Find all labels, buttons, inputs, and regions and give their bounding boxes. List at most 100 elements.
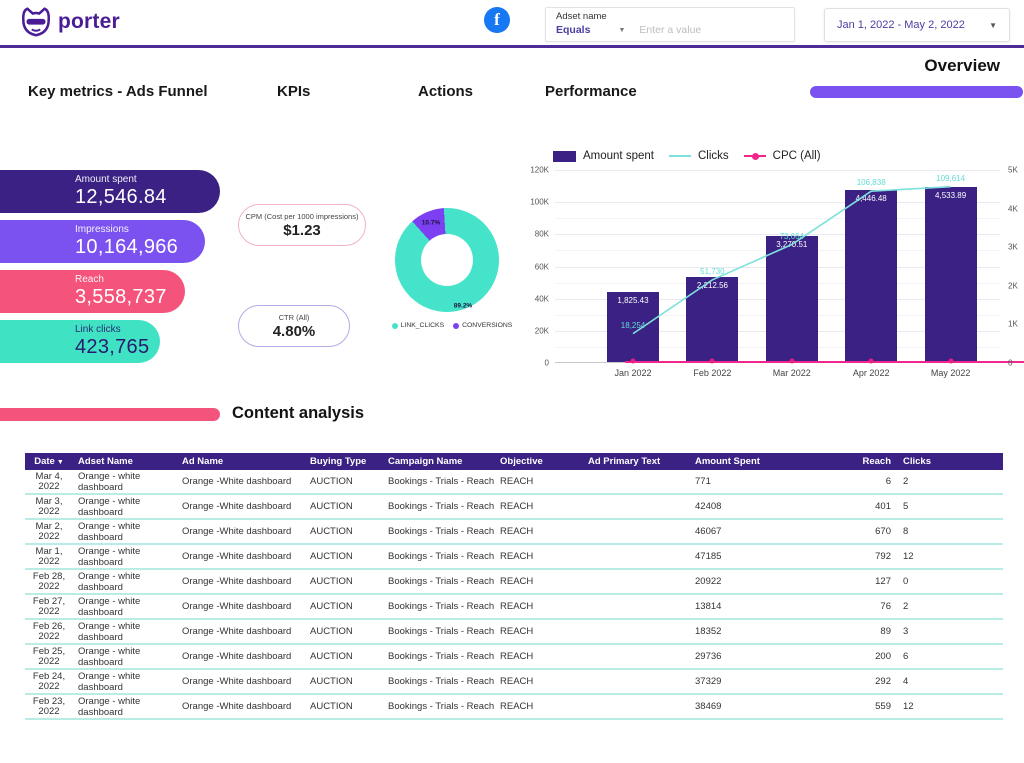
funnel-label: Amount spent (75, 174, 220, 185)
date-range-picker[interactable]: Jan 1, 2022 - May 2, 2022 ▼ (824, 8, 1010, 42)
table-row: Mar 3,2022Orange - white dashboardOrange… (25, 495, 1003, 520)
cell-amount-spent: 37329 (681, 676, 831, 687)
cell-objective: REACH (495, 526, 583, 537)
cell-clicks: 5 (891, 501, 1003, 512)
page-title: Overview (924, 56, 1000, 76)
legend-dot (752, 153, 759, 160)
funnel-value: 12,546.84 (75, 186, 220, 209)
column-header-reach: Reach (831, 456, 891, 467)
cell-date: Mar 3,2022 (25, 497, 73, 516)
tab-actions[interactable]: Actions (418, 83, 473, 100)
x-axis-label: Mar 2022 (773, 368, 811, 378)
column-header-campaign-name: Campaign Name (383, 456, 495, 467)
legend-swatch (744, 155, 766, 157)
column-header-date[interactable]: Date▼ (25, 456, 73, 467)
cell-ad-name: Orange -White dashboard (177, 676, 305, 687)
funnel-pill-impressions: Impressions10,164,966 (0, 220, 205, 263)
cell-date: Feb 26,2022 (25, 622, 73, 641)
right-axis-tick: 4K (1008, 204, 1018, 213)
cell-objective: REACH (495, 626, 583, 637)
cell-campaign-name: Bookings - Trials - Reach (383, 701, 495, 712)
legend-swatch (553, 151, 576, 162)
cell-campaign-name: Bookings - Trials - Reach (383, 476, 495, 487)
column-header-amount-spent: Amount Spent (681, 456, 831, 467)
cell-adset-name: Orange - white dashboard (73, 671, 177, 693)
cell-buying-type: AUCTION (305, 551, 383, 562)
chevron-down-icon[interactable]: ▼ (618, 27, 625, 34)
clicks-value-label: 106,838 (857, 178, 886, 187)
left-axis-tick: 100K (511, 198, 549, 207)
cell-campaign-name: Bookings - Trials - Reach (383, 576, 495, 587)
cell-date: Mar 4,2022 (25, 472, 73, 491)
clicks-value-label: 109,614 (936, 174, 965, 183)
cell-amount-spent: 20922 (681, 576, 831, 587)
date-range-value: Jan 1, 2022 - May 2, 2022 (837, 19, 965, 31)
column-header-objective: Objective (495, 456, 583, 467)
ctr-value: 4.80% (273, 323, 316, 340)
cell-campaign-name: Bookings - Trials - Reach (383, 501, 495, 512)
right-axis-tick: 1K (1008, 320, 1018, 329)
x-axis-label: Jan 2022 (614, 368, 651, 378)
cell-clicks: 4 (891, 676, 1003, 687)
cell-adset-name: Orange - white dashboard (73, 571, 177, 593)
cell-ad-name: Orange -White dashboard (177, 651, 305, 662)
right-axis-tick: 5K (1008, 166, 1018, 175)
cell-adset-name: Orange - white dashboard (73, 646, 177, 668)
cell-buying-type: AUCTION (305, 601, 383, 612)
cell-clicks: 3 (891, 626, 1003, 637)
table-row: Feb 23,2022Orange - white dashboardOrang… (25, 695, 1003, 720)
cell-campaign-name: Bookings - Trials - Reach (383, 551, 495, 562)
cpc-point (631, 358, 636, 363)
cell-adset-name: Orange - white dashboard (73, 696, 177, 718)
funnel-value: 423,765 (75, 336, 160, 359)
cell-amount-spent: 18352 (681, 626, 831, 637)
cell-ad-name: Orange -White dashboard (177, 501, 305, 512)
filter-value-input[interactable] (639, 24, 779, 36)
brand-name: porter (58, 10, 120, 34)
legend-label: LINK_CLICKS (401, 322, 444, 329)
porter-cat-icon (18, 6, 54, 38)
cell-reach: 401 (831, 501, 891, 512)
header-divider (0, 45, 1024, 48)
table-row: Feb 26,2022Orange - white dashboardOrang… (25, 620, 1003, 645)
right-axis-tick: 2K (1008, 281, 1018, 290)
filter-operator-select[interactable]: Equals (556, 24, 590, 36)
cell-buying-type: AUCTION (305, 501, 383, 512)
ctr-kpi-pill: CTR (All) 4.80% (238, 305, 350, 347)
cell-objective: REACH (495, 476, 583, 487)
legend-item-amount-spent: Amount spent (553, 150, 654, 162)
cell-amount-spent: 29736 (681, 651, 831, 662)
chevron-down-icon: ▼ (989, 21, 997, 30)
cell-reach: 89 (831, 626, 891, 637)
content-analysis-table: Date▼Adset NameAd NameBuying TypeCampaig… (25, 453, 1003, 720)
funnel-value: 3,558,737 (75, 286, 185, 309)
left-axis-tick: 60K (511, 262, 549, 271)
cell-clicks: 6 (891, 651, 1003, 662)
cell-amount-spent: 46067 (681, 526, 831, 537)
cell-date: Feb 28,2022 (25, 572, 73, 591)
cell-date: Feb 27,2022 (25, 597, 73, 616)
cell-buying-type: AUCTION (305, 701, 383, 712)
link-clicks-percent-label: 89.2% (454, 303, 472, 310)
tab-performance[interactable]: Performance (545, 83, 637, 100)
tab-kpis[interactable]: KPIs (277, 83, 310, 100)
cell-reach: 6 (831, 476, 891, 487)
cpc-point (869, 358, 874, 363)
legend-dot (453, 323, 459, 329)
table-row: Mar 4,2022Orange - white dashboardOrange… (25, 470, 1003, 495)
cell-ad-name: Orange -White dashboard (177, 701, 305, 712)
cell-campaign-name: Bookings - Trials - Reach (383, 626, 495, 637)
combo-chart-plot: 1,825.432,212.563,270.514,446.484,533.89… (555, 170, 1000, 363)
cell-objective: REACH (495, 551, 583, 562)
adset-filter: Adset name Equals ▼ (545, 7, 795, 42)
cpm-label: CPM (Cost per 1000 impressions) (246, 212, 359, 221)
clicks-value-label: 73,664 (780, 232, 804, 241)
funnel-label: Reach (75, 274, 185, 285)
cell-clicks: 12 (891, 701, 1003, 712)
porter-logo: porter (18, 6, 120, 38)
right-axis-tick: 3K (1008, 243, 1018, 252)
cell-reach: 792 (831, 551, 891, 562)
tab-key-metrics-ads-funnel[interactable]: Key metrics - Ads Funnel (28, 83, 208, 100)
cell-buying-type: AUCTION (305, 476, 383, 487)
legend-label: CONVERSIONS (462, 322, 512, 329)
